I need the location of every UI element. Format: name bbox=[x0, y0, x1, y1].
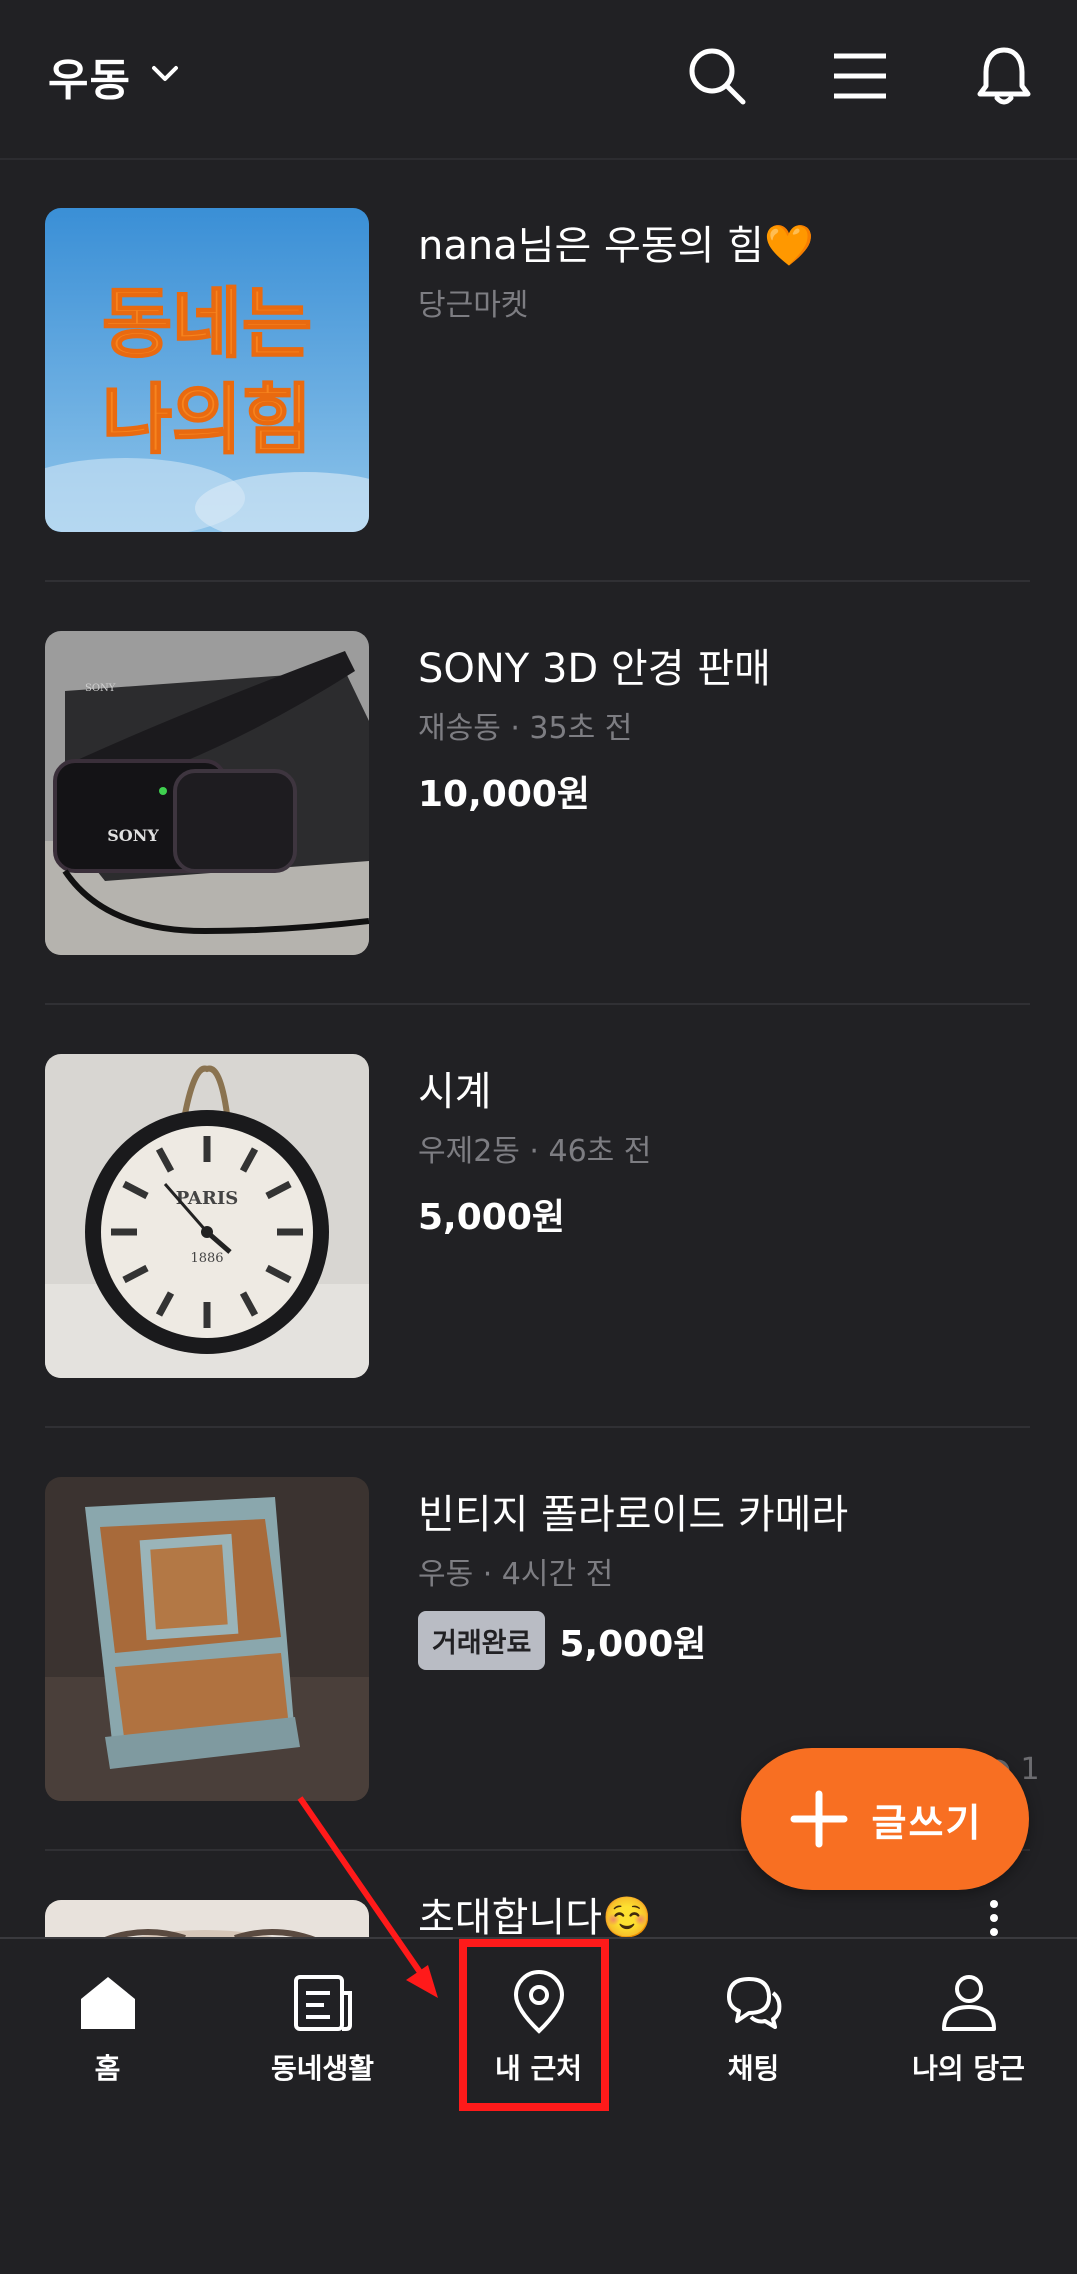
smiling-emoji: ☺️ bbox=[602, 1895, 652, 1941]
item-thumbnail bbox=[45, 1477, 369, 1801]
location-label: 우동 bbox=[48, 55, 131, 106]
item-price: 5,000원 bbox=[559, 1623, 707, 1665]
item-meta: 우제2동 · 46초 전 bbox=[418, 1134, 652, 1169]
write-button[interactable]: 글쓰기 bbox=[741, 1748, 1029, 1890]
orange-heart-emoji: 🧡 bbox=[763, 223, 814, 269]
plus-icon bbox=[788, 1788, 850, 1850]
item-price: 5,000원 bbox=[418, 1197, 565, 1238]
top-app-bar: 우동 bbox=[0, 0, 1077, 160]
nav-neighborhood[interactable]: 동네생활 bbox=[215, 1939, 430, 2117]
divider bbox=[45, 580, 1030, 582]
divider bbox=[45, 1003, 1030, 1005]
newspaper-icon bbox=[293, 1975, 352, 2031]
item-thumbnail: SONY SONY bbox=[45, 631, 369, 955]
annotation-highlight-box bbox=[459, 1939, 609, 2111]
nav-my-karrot[interactable]: 나의 당근 bbox=[861, 1939, 1076, 2117]
nav-chat-label: 채팅 bbox=[727, 2052, 780, 2085]
write-button-label: 글쓰기 bbox=[871, 1800, 983, 1845]
thumb-text-line1: 동네는 bbox=[102, 279, 312, 368]
list-item[interactable]: PARIS 1886 시계 우제2동 · 46초 전 5,000원 bbox=[0, 1006, 1077, 1428]
thumb-brand-2: SONY bbox=[85, 683, 116, 694]
nav-neighborhood-label: 동네생활 bbox=[270, 2052, 375, 2085]
nav-home[interactable]: 홈 bbox=[0, 1939, 215, 2117]
thumb-brand-1: SONY bbox=[107, 826, 159, 845]
item-price: 10,000원 bbox=[418, 774, 591, 815]
item-meta: 당근마켓 bbox=[418, 288, 529, 323]
status-badge: 거래완료 bbox=[418, 1611, 546, 1670]
location-selector[interactable]: 우동 bbox=[48, 44, 181, 108]
bell-icon[interactable] bbox=[972, 44, 1036, 108]
person-icon bbox=[941, 1975, 996, 2031]
menu-icon[interactable] bbox=[828, 44, 892, 108]
home-icon bbox=[80, 1977, 135, 2029]
nav-home-label: 홈 bbox=[94, 2052, 121, 2085]
item-title: 시계 bbox=[418, 1069, 492, 1115]
more-options-icon[interactable] bbox=[984, 1898, 1004, 1938]
search-icon[interactable] bbox=[685, 44, 749, 108]
list-item[interactable]: 동네는 나의힘 nana님은 우동의 힘🧡 당근마켓 bbox=[0, 160, 1077, 582]
thumb-text-line2: 나의힘 bbox=[102, 375, 312, 464]
item-title: nana님은 우동의 힘🧡 bbox=[418, 223, 814, 269]
nav-my-karrot-label: 나의 당근 bbox=[912, 2052, 1025, 2085]
item-title: SONY 3D 안경 판매 bbox=[418, 646, 771, 692]
chat-icon bbox=[726, 1977, 781, 2029]
nav-chat[interactable]: 채팅 bbox=[646, 1939, 861, 2117]
item-title: 빈티지 폴라로이드 카메라 bbox=[418, 1492, 849, 1538]
item-meta: 우동 · 4시간 전 bbox=[418, 1557, 614, 1592]
divider bbox=[45, 1426, 1030, 1428]
thumb-clock-text-2: 1886 bbox=[190, 1251, 223, 1266]
item-thumbnail: PARIS 1886 bbox=[45, 1054, 369, 1378]
chevron-down-icon bbox=[149, 58, 181, 94]
list-item[interactable]: SONY SONY SONY 3D 안경 판매 재송동 · 35초 전 10,0… bbox=[0, 583, 1077, 1005]
item-thumbnail: 동네는 나의힘 bbox=[45, 208, 369, 532]
item-meta: 재송동 · 35초 전 bbox=[418, 711, 633, 746]
